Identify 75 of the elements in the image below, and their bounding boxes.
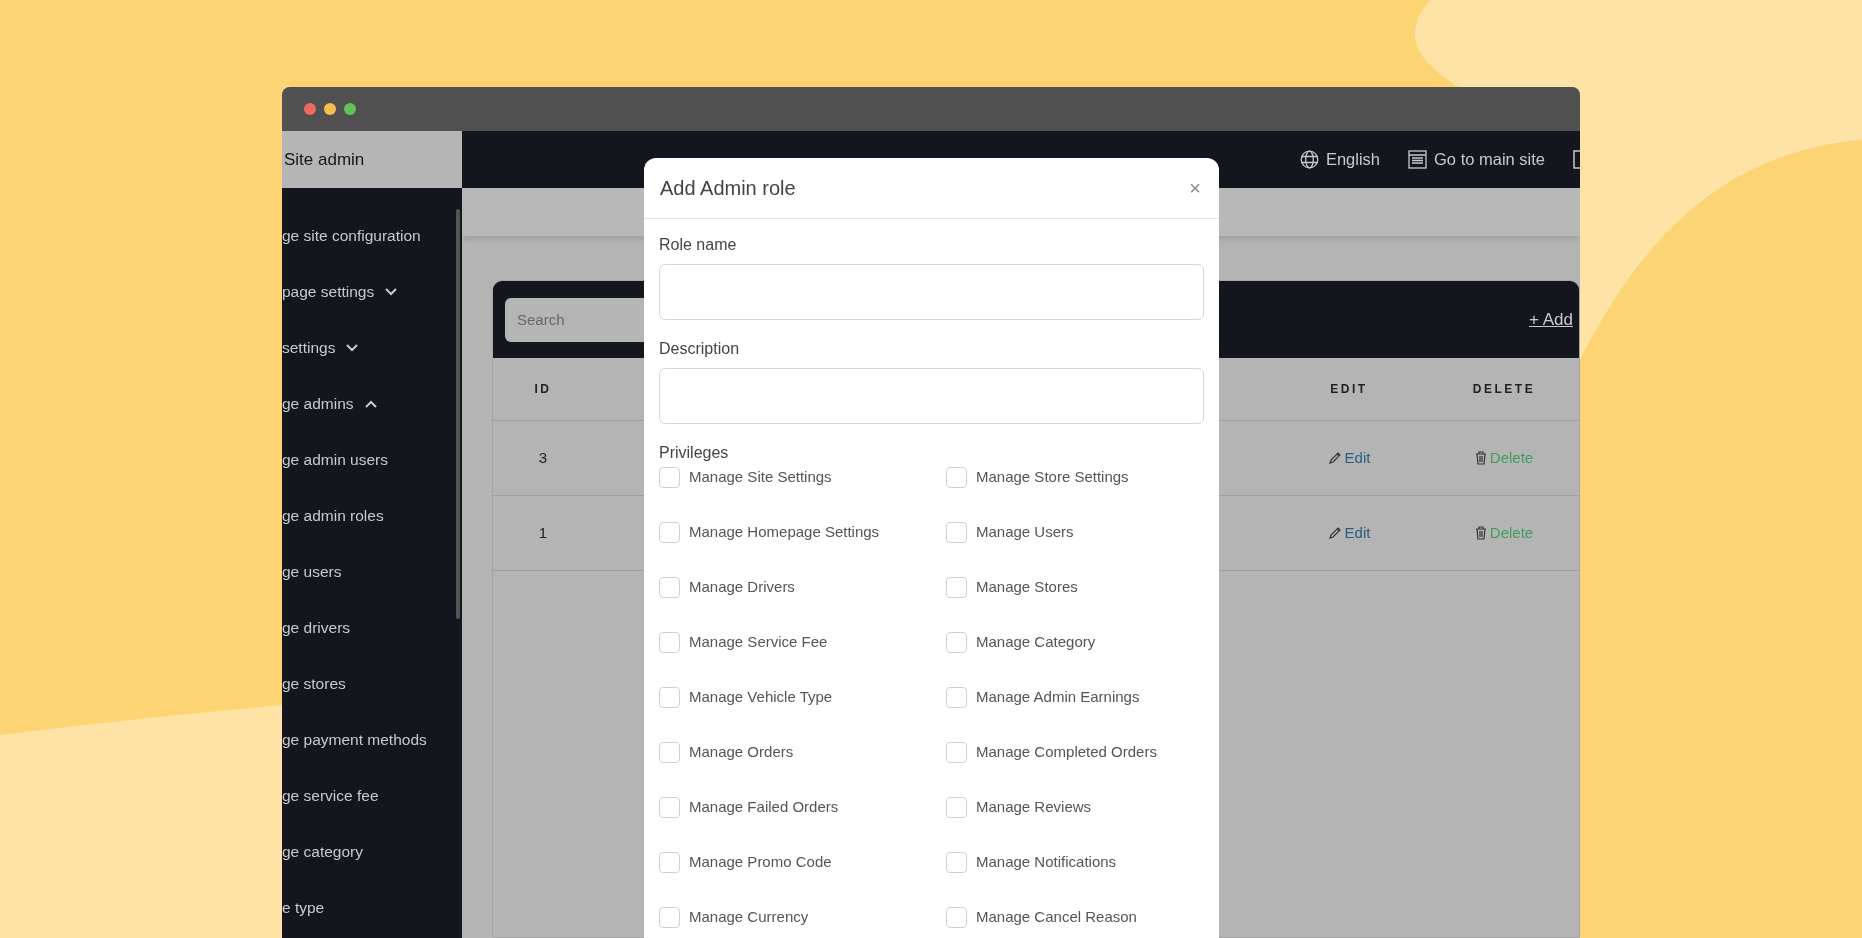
- column-header: EDIT: [1269, 358, 1429, 421]
- sidebar-item-label[interactable]: ge service fee: [282, 784, 379, 808]
- minimize-window-icon[interactable]: [324, 103, 336, 115]
- checkbox[interactable]: [659, 466, 680, 488]
- checkbox-label: Manage Promo Code: [689, 851, 832, 872]
- field-label: Role name: [659, 235, 738, 255]
- modal-title: Add Admin role: [660, 176, 796, 200]
- sidebar-item-label[interactable]: ge users: [282, 560, 342, 584]
- checkbox-label: Manage Currency: [689, 906, 809, 927]
- checkbox[interactable]: [946, 796, 967, 818]
- checkbox-label: Manage Admin Earnings: [976, 686, 1140, 707]
- trash-icon: [1474, 451, 1487, 465]
- checkbox[interactable]: [659, 631, 680, 653]
- pencil-icon: [1327, 451, 1342, 465]
- sidebar-item-label[interactable]: ge admins: [282, 392, 354, 416]
- checkbox-label: Manage Completed Orders: [976, 741, 1157, 762]
- sidebar-item-label[interactable]: ge admin roles: [282, 504, 384, 528]
- table-cell: 3: [493, 421, 593, 496]
- checkbox-label: Manage Homepage Settings: [689, 521, 880, 542]
- checkbox-label: Manage Failed Orders: [689, 796, 839, 817]
- checkbox-label: Manage Store Settings: [976, 466, 1129, 487]
- close-button[interactable]: ×: [1187, 178, 1203, 198]
- input-field[interactable]: [659, 368, 1204, 424]
- checkbox-label: Manage Drivers: [689, 576, 795, 597]
- checkbox-label: Manage Users: [976, 521, 1074, 542]
- checkbox[interactable]: [946, 851, 967, 873]
- checkbox[interactable]: [946, 906, 967, 928]
- globe-icon: [1299, 150, 1319, 169]
- sidebar-item-label[interactable]: settings: [282, 336, 336, 360]
- checkbox[interactable]: [659, 521, 680, 543]
- sidebar-item-label[interactable]: ge stores: [282, 672, 346, 696]
- checkbox[interactable]: [659, 796, 680, 818]
- maximize-window-icon[interactable]: [344, 103, 356, 115]
- checkbox-label: Manage Service Fee: [689, 631, 828, 652]
- checkbox-label: Manage Vehicle Type: [689, 686, 833, 707]
- checkbox[interactable]: [659, 741, 680, 763]
- checkbox[interactable]: [946, 686, 967, 708]
- close-window-icon[interactable]: [304, 103, 316, 115]
- checkbox-label: Manage Reviews: [976, 796, 1092, 817]
- table-cell: 1: [493, 496, 593, 571]
- brand-title: Site admin: [282, 131, 462, 188]
- sidebar-item-label[interactable]: page settings: [282, 280, 375, 304]
- checkbox[interactable]: [946, 576, 967, 598]
- checkbox-label: Manage Category: [976, 631, 1096, 652]
- checkbox[interactable]: [659, 576, 680, 598]
- trash-icon: [1474, 526, 1487, 540]
- browser-window-icon: [1408, 150, 1428, 169]
- checkbox[interactable]: [946, 741, 967, 763]
- column-header: DELETE: [1429, 358, 1579, 421]
- sidebar-item-label[interactable]: ge drivers: [282, 616, 351, 640]
- topnav-link[interactable]: Go to main site: [1434, 147, 1545, 172]
- field-label: Description: [659, 339, 741, 359]
- sidebar-item-label[interactable]: ge payment methods: [282, 728, 427, 752]
- checkbox[interactable]: [946, 466, 967, 488]
- add-link[interactable]: + Add: [1529, 306, 1573, 333]
- sidebar-item-label[interactable]: e type: [282, 896, 325, 920]
- checkbox[interactable]: [946, 631, 967, 653]
- checkbox[interactable]: [946, 521, 967, 543]
- column-header: ID: [493, 358, 593, 421]
- checkbox[interactable]: [659, 906, 680, 928]
- sidebar-item-label[interactable]: ge category: [282, 840, 363, 864]
- scrollbar[interactable]: [456, 209, 460, 619]
- topnav-link[interactable]: English: [1325, 147, 1381, 172]
- checkbox-label: Manage Stores: [976, 576, 1078, 597]
- input-field[interactable]: [659, 264, 1204, 320]
- pencil-icon: [1327, 526, 1342, 540]
- checkbox-label: Manage Notifications: [976, 851, 1117, 872]
- sidebar-item-label[interactable]: ge site configuration: [282, 224, 421, 248]
- section-label: Privileges: [659, 443, 730, 463]
- checkbox-label: Manage Orders: [689, 741, 794, 762]
- checkbox[interactable]: [659, 851, 680, 873]
- checkbox[interactable]: [659, 686, 680, 708]
- sidebar-item-label[interactable]: ge admin users: [282, 448, 388, 472]
- checkbox-label: Manage Cancel Reason: [976, 906, 1137, 927]
- checkbox-label: Manage Site Settings: [689, 466, 832, 487]
